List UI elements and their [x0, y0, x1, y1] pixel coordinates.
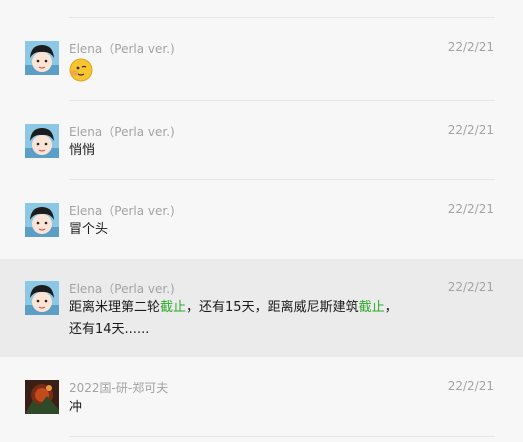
sender-avatar[interactable]	[25, 124, 59, 158]
sender-avatar[interactable]	[25, 203, 59, 237]
chat-history-list: Elena（Perla ver.) 22/2/21 Elena（Perla ve…	[0, 0, 523, 442]
text-segment: ，	[384, 300, 398, 315]
message-item[interactable]: 2022国-研-郑可夫 22/2/21 冲	[0, 358, 523, 436]
message-time: 22/2/21	[447, 379, 494, 393]
message-text: 距离米理第二轮截止，还有15天，距离威尼斯建筑截止，	[69, 297, 398, 319]
message-text: 冒个头	[69, 222, 109, 237]
sender-name: Elena（Perla ver.)	[69, 204, 175, 218]
cartoon-girl-avatar-icon	[25, 41, 59, 75]
text-segment: ，还有15天，距离威尼斯建筑	[186, 300, 359, 315]
message-text: 悄悄	[69, 143, 96, 158]
message-time: 22/2/21	[447, 280, 494, 294]
message-text-line2: 还有14天......	[69, 322, 150, 337]
sender-avatar[interactable]	[25, 281, 59, 315]
sender-name: Elena（Perla ver.)	[69, 282, 175, 296]
sender-name: 2022国-研-郑可夫	[69, 381, 169, 395]
message-item[interactable]: Elena（Perla ver.) 22/2/21 冒个头	[0, 180, 523, 258]
sender-name: Elena（Perla ver.)	[69, 125, 175, 139]
landscape-photo-avatar-icon	[25, 380, 59, 414]
message-item[interactable]: Elena（Perla ver.) 22/2/21	[0, 18, 523, 100]
cartoon-girl-avatar-icon	[25, 281, 59, 315]
sender-avatar[interactable]	[25, 380, 59, 414]
text-segment: 距离米理第二轮	[69, 300, 161, 315]
message-time: 22/2/21	[447, 40, 494, 54]
sender-name: Elena（Perla ver.)	[69, 42, 175, 56]
message-item-highlighted[interactable]: Elena（Perla ver.) 22/2/21 距离米理第二轮截止，还有15…	[0, 259, 523, 357]
message-time: 22/2/21	[447, 202, 494, 216]
divider	[69, 436, 495, 437]
message-item[interactable]: Elena（Perla ver.) 22/2/21 悄悄	[0, 101, 523, 179]
message-time: 22/2/21	[447, 123, 494, 137]
keyword-highlight: 截止	[160, 300, 187, 315]
peek-emoji-icon	[69, 58, 93, 82]
keyword-highlight: 截止	[358, 300, 385, 315]
cartoon-girl-avatar-icon	[25, 124, 59, 158]
sender-avatar[interactable]	[25, 41, 59, 75]
message-text: 冲	[69, 400, 83, 415]
cartoon-girl-avatar-icon	[25, 203, 59, 237]
